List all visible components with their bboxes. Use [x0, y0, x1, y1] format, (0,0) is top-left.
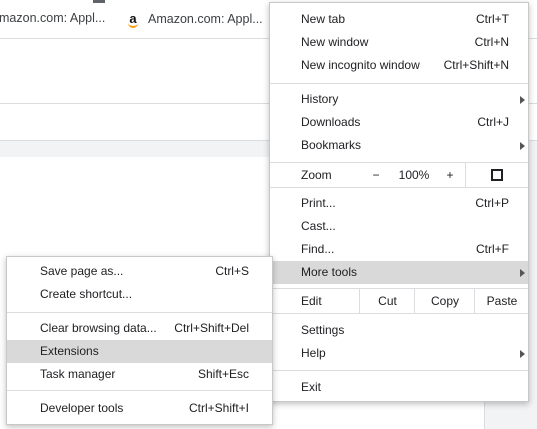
paste-button[interactable]: Paste	[474, 289, 529, 313]
menu-shortcut: Ctrl+Shift+I	[188, 401, 249, 415]
menu-label: History	[301, 92, 339, 106]
submenu-item-create-shortcut[interactable]: Create shortcut...	[7, 283, 272, 306]
menu-item-bookmarks[interactable]: Bookmarks	[270, 134, 528, 157]
menu-item-new-tab[interactable]: New tab Ctrl+T	[270, 8, 528, 31]
copy-button[interactable]: Copy	[414, 289, 475, 313]
menu-label: Create shortcut...	[40, 287, 133, 301]
menu-item-print[interactable]: Print... Ctrl+P	[270, 192, 528, 215]
zoom-label: Zoom	[301, 168, 332, 182]
menu-shortcut: Ctrl+P	[475, 196, 509, 210]
submenu-arrow-icon	[520, 142, 525, 150]
fullscreen-button[interactable]	[465, 163, 529, 187]
menu-item-find[interactable]: Find... Ctrl+F	[270, 238, 528, 261]
zoom-row: Zoom − 100% +	[270, 163, 528, 187]
more-tools-submenu: Save page as... Ctrl+S Create shortcut..…	[6, 256, 273, 425]
menu-shortcut: Ctrl+T	[476, 12, 509, 26]
menu-label: More tools	[301, 265, 358, 279]
menu-item-more-tools[interactable]: More tools	[270, 261, 528, 284]
tab-indicator	[93, 0, 105, 3]
submenu-item-clear-browsing-data[interactable]: Clear browsing data... Ctrl+Shift+Del	[7, 317, 272, 340]
menu-label: Help	[301, 346, 326, 360]
submenu-item-save-page[interactable]: Save page as... Ctrl+S	[7, 260, 272, 283]
menu-item-exit[interactable]: Exit	[270, 376, 528, 399]
zoom-out-button[interactable]: −	[359, 163, 393, 187]
menu-separator	[270, 187, 528, 188]
menu-separator	[270, 370, 528, 371]
menu-label: New tab	[301, 12, 346, 26]
menu-item-new-incognito-window[interactable]: New incognito window Ctrl+Shift+N	[270, 54, 528, 77]
submenu-arrow-icon	[520, 350, 525, 358]
bookmark-item-2[interactable]: a Amazon.com: Appl...	[126, 11, 263, 28]
menu-label: Developer tools	[40, 401, 124, 415]
menu-label: New incognito window	[301, 58, 420, 72]
menu-label: Bookmarks	[301, 138, 362, 152]
menu-label: Save page as...	[40, 264, 124, 278]
menu-item-downloads[interactable]: Downloads Ctrl+J	[270, 111, 528, 134]
edit-row: Edit Cut Copy Paste	[270, 289, 528, 313]
menu-item-history[interactable]: History	[270, 88, 528, 111]
menu-shortcut: Ctrl+Shift+N	[443, 58, 509, 72]
menu-separator	[270, 313, 528, 314]
submenu-arrow-icon	[520, 96, 525, 104]
menu-label: Extensions	[40, 344, 99, 358]
menu-shortcut: Ctrl+N	[474, 35, 509, 49]
chrome-main-menu: New tab Ctrl+T New window Ctrl+N New inc…	[269, 2, 529, 402]
bookmark-label: Amazon.com: Appl...	[148, 12, 263, 26]
menu-shortcut: Ctrl+Shift+Del	[174, 321, 249, 335]
menu-separator	[7, 390, 272, 391]
menu-item-settings[interactable]: Settings	[270, 319, 528, 342]
bookmark-label: mazon.com: Appl...	[0, 11, 106, 25]
menu-item-new-window[interactable]: New window Ctrl+N	[270, 31, 528, 54]
menu-label: Clear browsing data...	[40, 321, 157, 335]
menu-label: Settings	[301, 323, 345, 337]
menu-shortcut: Shift+Esc	[197, 367, 249, 381]
menu-label: Task manager	[40, 367, 116, 381]
menu-label: Downloads	[301, 115, 361, 129]
menu-item-help[interactable]: Help	[270, 342, 528, 365]
amazon-icon: a	[126, 11, 140, 28]
cut-button[interactable]: Cut	[359, 289, 415, 313]
menu-shortcut: Ctrl+S	[215, 264, 249, 278]
menu-separator	[7, 312, 272, 313]
menu-item-cast[interactable]: Cast...	[270, 215, 528, 238]
menu-shortcut: Ctrl+F	[476, 242, 509, 256]
menu-label: Print...	[301, 196, 336, 210]
bookmark-item-1[interactable]: mazon.com: Appl...	[0, 11, 105, 25]
submenu-item-extensions[interactable]: Extensions	[7, 340, 272, 363]
menu-shortcut: Ctrl+J	[477, 115, 509, 129]
zoom-in-button[interactable]: +	[435, 163, 465, 187]
menu-label: Find...	[301, 242, 335, 256]
fullscreen-icon	[491, 169, 503, 181]
menu-separator	[270, 83, 528, 84]
menu-label: Exit	[301, 380, 322, 394]
menu-label: New window	[301, 35, 369, 49]
menu-label: Cast...	[301, 219, 336, 233]
submenu-item-developer-tools[interactable]: Developer tools Ctrl+Shift+I	[7, 397, 272, 420]
submenu-arrow-icon	[520, 269, 525, 277]
edit-label: Edit	[301, 294, 322, 308]
zoom-level: 100%	[398, 168, 430, 182]
submenu-item-task-manager[interactable]: Task manager Shift+Esc	[7, 363, 272, 386]
